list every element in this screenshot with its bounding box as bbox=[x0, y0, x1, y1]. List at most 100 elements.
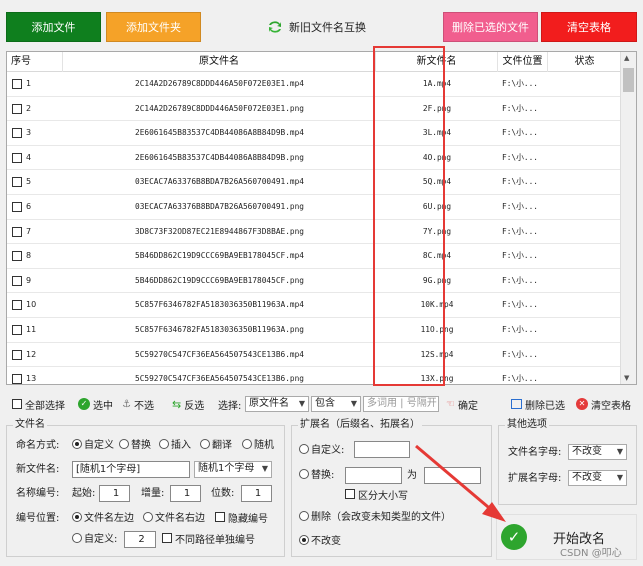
new-name-input[interactable]: [随机1个字母] bbox=[72, 461, 190, 478]
row-status bbox=[548, 121, 622, 145]
match-select[interactable]: 包含 ▼ bbox=[311, 396, 361, 412]
delete-selected-button[interactable]: 删除已选 bbox=[511, 396, 565, 412]
row-checkbox[interactable] bbox=[12, 177, 22, 188]
separate-path-checkbox[interactable]: 不同路径单独编号 bbox=[162, 533, 255, 548]
unselect-button[interactable]: ⚓ 不选 bbox=[122, 396, 154, 412]
add-file-button[interactable]: 添加文件 bbox=[6, 12, 101, 42]
row-location: F:\小... bbox=[502, 251, 538, 261]
table-row[interactable]: 7 3D8C73F32OD87EC21E8944867F3D8BAE.png 7Y.… bbox=[7, 220, 621, 245]
pos-right-radio[interactable]: 文件名右边 bbox=[143, 512, 205, 526]
scroll-up-icon[interactable]: ▲ bbox=[624, 54, 629, 62]
ext-case-select[interactable]: 不改变 ▼ bbox=[568, 470, 627, 486]
swap-names-button[interactable]: 新旧文件名互换 bbox=[267, 16, 366, 38]
select-button[interactable]: ✓ 选中 bbox=[78, 396, 113, 412]
step-input[interactable]: 1 bbox=[170, 485, 201, 502]
filename-case-select[interactable]: 不改变 ▼ bbox=[568, 444, 627, 460]
row-seq: 13 bbox=[26, 374, 37, 384]
row-original-name: 3D8C73F32OD87EC21E8944867F3D8BAE.png bbox=[135, 226, 304, 236]
row-checkbox[interactable] bbox=[12, 79, 22, 89]
row-checkbox[interactable] bbox=[12, 202, 22, 212]
pos-custom-radio[interactable]: 自定义: bbox=[72, 533, 117, 547]
row-location: F:\小... bbox=[502, 300, 538, 310]
row-status bbox=[548, 146, 622, 170]
field-select[interactable]: 原文件名 ▼ bbox=[245, 396, 309, 412]
mode-replace-radio[interactable]: 替换 bbox=[119, 439, 151, 453]
invert-icon: ⇆ bbox=[172, 397, 182, 411]
hand-icon: ☜ bbox=[446, 398, 455, 410]
row-checkbox[interactable] bbox=[12, 349, 22, 360]
table-row[interactable]: 6 03ECAC7A63376B8BDA7B26A560700491.png 6U.… bbox=[7, 195, 621, 220]
add-folder-button[interactable]: 添加文件夹 bbox=[106, 12, 201, 42]
row-seq: 8 bbox=[26, 251, 32, 261]
row-checkbox[interactable] bbox=[12, 152, 22, 163]
keyword-input[interactable]: 多词用 | 号隔开 bbox=[363, 396, 439, 412]
table-row[interactable]: 12 5C59270C547CF36EA564507543CE13B6.mp4 12… bbox=[7, 343, 621, 368]
ext-replace-from-input[interactable] bbox=[345, 467, 402, 484]
close-circle-icon: ✕ bbox=[576, 398, 588, 410]
table-row[interactable]: 9 5B46DD862C19D9CCC69BA9EB178045CF.png 9G.… bbox=[7, 269, 621, 294]
invert-label: 反选 bbox=[184, 400, 205, 412]
table-row[interactable]: 13 5C59270C547CF36EA564507543CE13B6.png 13… bbox=[7, 367, 621, 384]
row-status bbox=[548, 170, 622, 194]
header-status[interactable]: 状态 bbox=[548, 52, 622, 72]
header-location[interactable]: 文件位置 bbox=[498, 52, 548, 72]
unselect-label: 不选 bbox=[133, 400, 154, 412]
select-all-checkbox[interactable]: 全部选择 bbox=[12, 396, 65, 412]
other-options-title: 其他选项 bbox=[505, 419, 549, 431]
table-row[interactable]: 4 2E6061645B83537C4DB44086A8B84D9B.png 4O.… bbox=[7, 146, 621, 171]
step-label: 增量: bbox=[141, 488, 165, 499]
row-status bbox=[548, 293, 622, 317]
pos-left-radio[interactable]: 文件名左边 bbox=[72, 512, 134, 526]
table-row[interactable]: 8 5B46DD862C19D9CCC69BA9EB178045CF.mp4 8C.… bbox=[7, 244, 621, 269]
vertical-scrollbar[interactable]: ▲ ▼ bbox=[620, 52, 636, 384]
new-name-highlight-box bbox=[373, 46, 445, 386]
table-row[interactable]: 1 2C14A2D26789C8DDD446A50F072E03E1.mp4 1A.… bbox=[7, 72, 621, 97]
header-seq[interactable]: 序号 bbox=[7, 52, 63, 72]
checkbox-box[interactable] bbox=[12, 399, 22, 409]
delete-selected-files-button[interactable]: 删除已选的文件 bbox=[443, 12, 538, 42]
row-checkbox[interactable] bbox=[12, 103, 22, 114]
row-checkbox[interactable] bbox=[12, 325, 22, 335]
ext-custom-radio[interactable]: 自定义: bbox=[299, 444, 344, 458]
invert-selection-button[interactable]: ⇆ 反选 bbox=[172, 396, 204, 412]
table-row[interactable]: 2 2C14A2D26789C8DDD446A50F072E03E1.png 2F.… bbox=[7, 97, 621, 122]
new-name-template-select[interactable]: 随机1个字母 ▼ bbox=[194, 461, 272, 478]
row-checkbox[interactable] bbox=[12, 226, 22, 237]
confirm-button[interactable]: ☜ 确定 bbox=[446, 396, 478, 412]
mode-custom-radio[interactable]: 自定义 bbox=[72, 439, 114, 453]
mode-insert-radio[interactable]: 插入 bbox=[159, 439, 191, 453]
ext-custom-input[interactable] bbox=[354, 441, 410, 458]
ext-no-change-radio[interactable]: 不改变 bbox=[299, 535, 341, 549]
row-seq: 4 bbox=[26, 152, 32, 162]
row-location: F:\小... bbox=[502, 152, 538, 162]
table-row[interactable]: 11 5C857F6346782FA5183036350B11963A.png 11… bbox=[7, 318, 621, 343]
row-original-name: 2E6061645B83537C4DB44086A8B84D9B.mp4 bbox=[135, 128, 304, 138]
scrollbar-thumb[interactable] bbox=[623, 68, 634, 92]
header-original-name[interactable]: 原文件名 bbox=[63, 52, 376, 72]
table-row[interactable]: 10 5C857F6346782FA5183036350B11963A.mp4 10… bbox=[7, 293, 621, 318]
row-status bbox=[548, 72, 622, 96]
table-row[interactable]: 3 2E6061645B83537C4DB44086A8B84D9B.mp4 3L.… bbox=[7, 121, 621, 146]
ext-replace-radio[interactable]: 替换: bbox=[299, 469, 334, 483]
custom-position-input[interactable]: 2 bbox=[124, 531, 156, 548]
hide-number-checkbox[interactable]: 隐藏编号 bbox=[215, 512, 268, 527]
digits-input[interactable]: 1 bbox=[241, 485, 272, 502]
mode-random-radio[interactable]: 随机 bbox=[242, 439, 274, 453]
table-row[interactable]: 5 03ECAC7A63376B8BDA7B26A560700491.mp4 5Q.… bbox=[7, 170, 621, 195]
filename-group-title: 文件名 bbox=[13, 419, 47, 431]
row-seq: 1 bbox=[26, 79, 32, 88]
scroll-down-icon[interactable]: ▼ bbox=[624, 374, 629, 382]
case-sensitive-checkbox[interactable]: 区分大小写 bbox=[345, 489, 408, 504]
row-checkbox[interactable] bbox=[12, 128, 22, 139]
clear-table-small-button[interactable]: ✕ 清空表格 bbox=[576, 396, 631, 412]
clear-table-button[interactable]: 清空表格 bbox=[541, 12, 637, 42]
template-select-value: 随机1个字母 bbox=[198, 463, 255, 474]
row-checkbox[interactable] bbox=[12, 251, 22, 262]
row-checkbox[interactable] bbox=[12, 374, 22, 384]
row-checkbox[interactable] bbox=[12, 275, 22, 286]
row-checkbox[interactable] bbox=[12, 300, 22, 311]
start-input[interactable]: 1 bbox=[99, 485, 130, 502]
new-name-label: 新文件名: bbox=[16, 464, 60, 475]
mode-translate-radio[interactable]: 翻译 bbox=[200, 439, 232, 453]
anchor-icon: ⚓ bbox=[122, 398, 131, 410]
